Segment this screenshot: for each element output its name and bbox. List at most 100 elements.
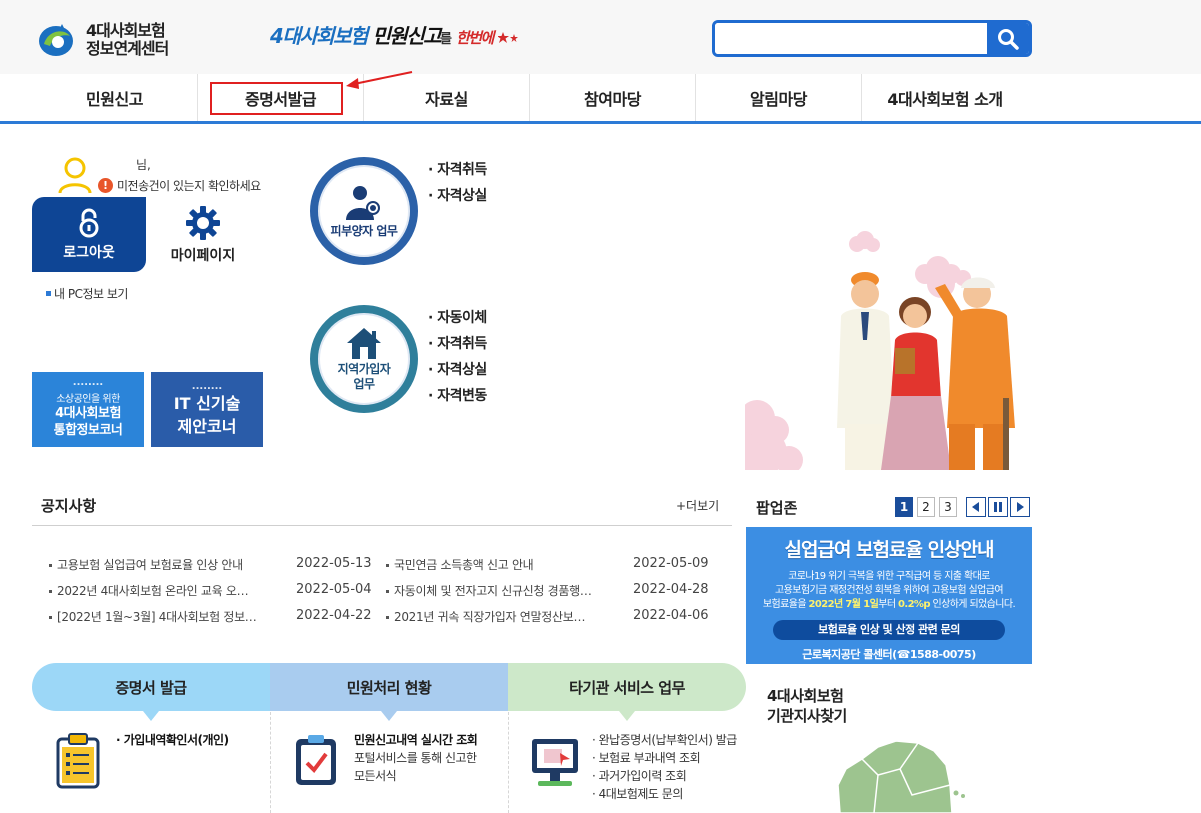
bullet-icon <box>386 590 389 593</box>
banner-line2: 통합정보코너 <box>53 423 123 438</box>
service-tabs: 증명서 발급 민원처리 현황 타기관 서비스 업무 <box>32 663 746 711</box>
column-divider <box>508 712 509 813</box>
banner-dots: ........ <box>191 380 223 392</box>
checklist-icon <box>296 735 336 785</box>
cert-service-label: · 가입내역확인서(개인) <box>116 733 229 747</box>
status-service-line1: 포털서비스를 통해 신고한 <box>354 751 477 765</box>
popup-body: 코로나19 위기 극복을 위한 구직급여 등 지출 확대로 고용보험기금 재정건… <box>746 570 1032 612</box>
status-service-block[interactable]: 민원신고내역 실시간 조회 포털서비스를 통해 신고한 모든서식 <box>354 731 478 785</box>
triangle-right-icon <box>1017 502 1024 512</box>
popup-zone-title: 팝업존 <box>756 499 798 517</box>
dependent-work-button[interactable]: 피부양자 업무 <box>310 157 418 265</box>
notice-item-title: [2022년 1월~3월] 4대사회보험 정보… <box>57 610 257 624</box>
other-service-link[interactable]: · 보험료 부과내역 조회 <box>592 749 737 767</box>
notice-item[interactable]: 자동이체 및 전자고지 신규신청 경품행… <box>386 582 592 599</box>
tab-certificate[interactable]: 증명서 발급 <box>32 663 270 711</box>
bullet-icon <box>49 564 52 567</box>
popup-inquiry-pill: 보험료율 인상 및 산정 관련 문의 <box>773 620 1005 640</box>
mypage-button[interactable]: 마이페이지 <box>146 197 260 272</box>
notice-item-date: 2022-05-13 <box>296 556 372 571</box>
search-icon <box>998 28 1019 50</box>
notice-item[interactable]: [2022년 1월~3월] 4대사회보험 정보… <box>49 608 257 625</box>
notice-item-date: 2022-04-22 <box>296 608 372 623</box>
notice-item[interactable]: 고용보험 실업급여 보험료율 인상 안내 <box>49 556 243 573</box>
nav-item-participation[interactable]: 참여마당 <box>530 74 696 121</box>
logo-line1: 4대사회보험 <box>86 21 166 40</box>
popup-next-button[interactable] <box>1010 497 1030 517</box>
header-slogan: 4대사회보험 민원신고를 한번에 <box>270 20 520 50</box>
logout-button[interactable]: 로그아웃 <box>32 197 146 272</box>
banner-subtitle: 소상공인을 위한 <box>56 394 120 405</box>
parent-child-icon <box>346 185 380 220</box>
task-link-lose[interactable]: · 자격상실 <box>428 183 487 209</box>
other-service-list: · 완납증명서(납부확인서) 발급 · 보험료 부과내역 조회 · 과거가입이력… <box>592 731 737 803</box>
nav-item-announcements[interactable]: 알림마당 <box>696 74 862 121</box>
gear-icon <box>186 205 220 240</box>
popup-page-3[interactable]: 3 <box>939 497 957 517</box>
regional-work-button[interactable]: 지역가입자 업무 <box>310 305 418 413</box>
bullet-icon <box>49 590 52 593</box>
task-link-acquire[interactable]: · 자격취득 <box>428 157 487 183</box>
popup-text3-date: 2022년 7월 1일 <box>808 599 879 610</box>
unsent-notice-text: 미전송건이 있는지 확인하세요 <box>117 179 261 193</box>
korea-map[interactable] <box>800 725 980 813</box>
column-divider <box>270 712 271 813</box>
notice-item-date: 2022-05-04 <box>296 582 372 597</box>
pause-icon <box>994 502 1002 512</box>
nav-item-complaint[interactable]: 민원신고 <box>32 74 198 121</box>
popup-prev-button[interactable] <box>966 497 986 517</box>
pc-info-label: 내 PC정보 보기 <box>54 287 128 301</box>
agency-title-line2: 기관지사찾기 <box>767 707 847 725</box>
banner-line2: 제안코너 <box>177 416 237 436</box>
popup-page-1[interactable]: 1 <box>895 497 913 517</box>
user-name: 님, <box>136 158 151 172</box>
agency-finder-title: 4대사회보험 기관지사찾기 <box>767 686 847 726</box>
tab-pointer <box>381 711 397 721</box>
other-service-link[interactable]: · 4대보험제도 문의 <box>592 785 737 803</box>
site-logo[interactable]: 4대사회보험 정보연계센터 <box>36 18 186 62</box>
task-link-change[interactable]: · 자격변동 <box>428 383 487 409</box>
notice-item[interactable]: 국민연금 소득총액 신고 안내 <box>386 556 534 573</box>
task-link-acquire[interactable]: · 자격취득 <box>428 331 487 357</box>
popup-page-2[interactable]: 2 <box>917 497 935 517</box>
notice-more-link[interactable]: +더보기 <box>676 497 719 514</box>
cert-service-link[interactable]: · 가입내역확인서(개인) <box>116 731 229 749</box>
popup-text-line1: 코로나19 위기 극복을 위한 구직급여 등 지출 확대로 <box>788 571 990 582</box>
notice-item[interactable]: 2022년 4대사회보험 온라인 교육 오… <box>49 582 249 599</box>
tab-complaint-status[interactable]: 민원처리 현황 <box>270 663 508 711</box>
bullet-icon <box>386 564 389 567</box>
main-nav: 민원신고 증명서발급 자료실 참여마당 알림마당 4대사회보험 소개 <box>0 74 1201 124</box>
workers-illustration <box>745 231 1015 470</box>
it-proposal-banner[interactable]: ........ IT 신기술 제안코너 <box>151 372 263 447</box>
pc-info-link[interactable]: 내 PC정보 보기 <box>46 285 128 302</box>
slogan-dark: 민원신고 <box>372 24 441 48</box>
logout-label: 로그아웃 <box>63 244 115 261</box>
tab-other-agency[interactable]: 타기관 서비스 업무 <box>508 663 746 711</box>
other-service-link[interactable]: · 완납증명서(납부확인서) 발급 <box>592 731 737 749</box>
search-button[interactable] <box>987 23 1029 54</box>
notice-item[interactable]: 2021년 귀속 직장가입자 연말정산보… <box>386 608 586 625</box>
dependent-work-label: 피부양자 업무 <box>330 223 398 238</box>
notice-item-title: 자동이체 및 전자고지 신규신청 경품행… <box>394 584 592 598</box>
search-input[interactable] <box>715 23 987 54</box>
notice-title: 공지사항 <box>41 497 97 515</box>
nav-item-about[interactable]: 4대사회보험 소개 <box>862 74 1028 121</box>
slogan-red: 한번에 <box>455 29 494 47</box>
warning-icon: ! <box>98 178 113 193</box>
task-link-lose[interactable]: · 자격상실 <box>428 357 487 383</box>
popup-text3e: 인상하게 되었습니다. <box>929 599 1016 610</box>
task-link-autopay[interactable]: · 자동이체 <box>428 305 487 331</box>
popup-text3c: 부터 <box>878 599 899 610</box>
tab-pointer <box>619 711 635 721</box>
popup-banner[interactable]: 실업급여 보험료율 인상안내 코로나19 위기 극복을 위한 구직급여 등 지출… <box>746 527 1032 664</box>
popup-text3-rate: 0.2%p <box>898 599 931 610</box>
banner-dots: ........ <box>72 377 104 388</box>
pointer-arrow-icon <box>346 71 413 89</box>
other-service-link[interactable]: · 과거가입이력 조회 <box>592 767 737 785</box>
dependent-task-list: · 자격취득 · 자격상실 <box>428 157 487 209</box>
popup-pause-button[interactable] <box>988 497 1008 517</box>
small-business-banner[interactable]: ........ 소상공인을 위한 4대사회보험 통합정보코너 <box>32 372 144 447</box>
tab-pointer <box>143 711 159 721</box>
triangle-left-icon <box>972 502 979 512</box>
notice-divider <box>32 525 732 526</box>
